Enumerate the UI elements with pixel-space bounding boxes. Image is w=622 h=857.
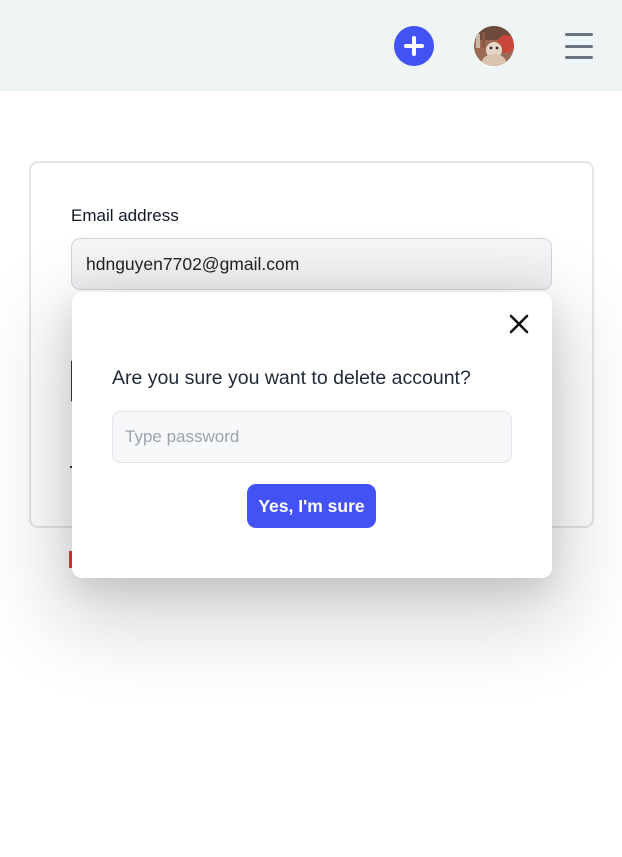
add-button[interactable]	[394, 26, 434, 66]
email-label: Email address	[71, 206, 179, 225]
menu-line	[565, 44, 593, 48]
plus-icon	[404, 36, 424, 56]
confirm-question: Are you sure you want to delete account?	[112, 367, 471, 389]
menu-line	[565, 33, 593, 36]
password-input[interactable]	[112, 411, 512, 463]
email-field[interactable]	[71, 238, 552, 290]
user-avatar[interactable]	[474, 26, 514, 66]
menu-button[interactable]	[565, 33, 593, 59]
delete-account-modal: Are you sure you want to delete account?…	[72, 292, 552, 578]
top-header	[0, 0, 622, 91]
menu-line	[565, 56, 593, 59]
close-icon[interactable]	[508, 313, 530, 335]
confirm-delete-button[interactable]: Yes, I'm sure	[247, 484, 376, 528]
